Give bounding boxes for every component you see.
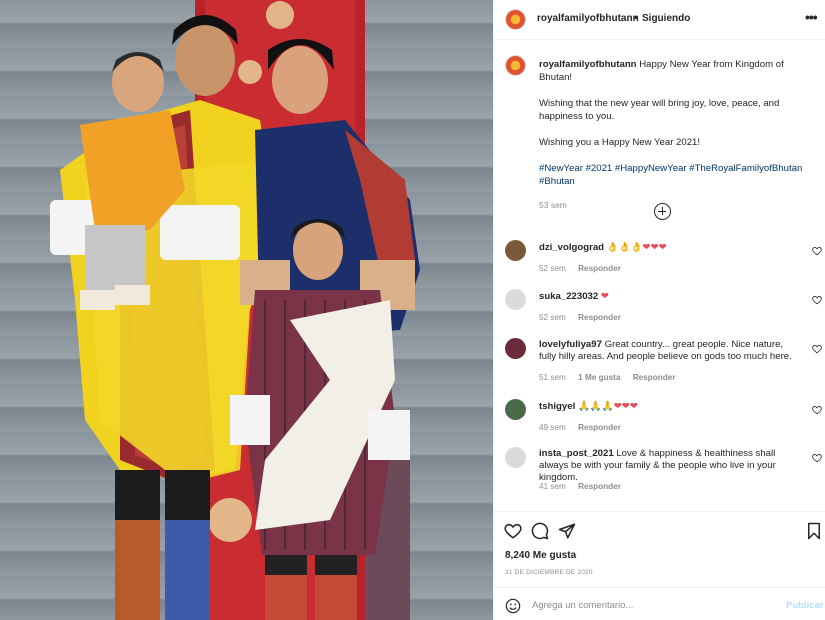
plus-circle-icon[interactable] — [654, 203, 671, 220]
caption-author-avatar[interactable] — [505, 55, 526, 76]
comment-body: insta_post_2021 Love & happiness & healt… — [539, 448, 794, 484]
commenter-username[interactable]: suka_223032 — [539, 291, 598, 302]
reply-button[interactable]: Responder — [578, 313, 621, 322]
comment-time[interactable]: 49 sem — [539, 423, 566, 432]
heart-icon[interactable] — [812, 295, 822, 305]
paper-plane-icon[interactable] — [558, 522, 576, 540]
bookmark-icon[interactable] — [805, 522, 823, 540]
publish-button[interactable]: Publicar — [786, 600, 824, 611]
add-comment-bar: Publicar — [494, 587, 825, 620]
author-avatar[interactable] — [505, 9, 526, 30]
commenter-avatar[interactable] — [505, 338, 526, 359]
post-photo[interactable] — [0, 0, 493, 620]
comment-emoji: ❤ — [600, 291, 609, 302]
heart-icon[interactable] — [812, 246, 822, 256]
comment-body: suka_223032 ❤ — [539, 291, 794, 303]
reply-button[interactable]: Responder — [578, 423, 621, 432]
comment-body: dzi_volgograd 👌👌👌❤❤❤ — [539, 242, 794, 254]
caption-line-3: Wishing you a Happy New Year 2021! — [539, 137, 701, 148]
comment-meta: 41 sem Responder — [539, 482, 631, 491]
comment-time[interactable]: 51 sem — [539, 373, 566, 382]
likes-count[interactable]: 8,240 Me gusta — [505, 550, 576, 561]
commenter-username[interactable]: dzi_volgograd — [539, 242, 604, 253]
comment-time[interactable]: 52 sem — [539, 264, 566, 273]
comment-meta: 49 sem Responder — [539, 423, 631, 432]
smiley-icon[interactable] — [505, 598, 521, 614]
reply-button[interactable]: Responder — [578, 264, 621, 273]
author-username[interactable]: royalfamilyofbhutann — [537, 13, 639, 24]
family-photo-illustration — [50, 0, 420, 620]
commenter-avatar[interactable] — [505, 289, 526, 310]
commenter-avatar[interactable] — [505, 240, 526, 261]
commenter-username[interactable]: insta_post_2021 — [539, 448, 614, 459]
comment-likes[interactable]: 1 Me gusta — [578, 373, 620, 382]
commenter-username[interactable]: tshigyel — [539, 401, 575, 412]
post-date[interactable]: 31 DE DICIEMBRE DE 2020 — [505, 569, 593, 576]
more-horizontal-icon[interactable]: ••• — [805, 9, 818, 25]
reply-button[interactable]: Responder — [578, 482, 621, 491]
comment-meta: 52 sem Responder — [539, 264, 631, 273]
comment-time[interactable]: 52 sem — [539, 313, 566, 322]
comment-body: tshigyel 🙏🙏🙏❤❤❤ — [539, 401, 794, 413]
commenter-username[interactable]: lovelyfuliya97 — [539, 339, 602, 350]
caption-line-2: Wishing that the new year will bring joy… — [539, 98, 780, 122]
comment-emoji: 👌👌👌❤❤❤ — [606, 242, 667, 253]
reply-button[interactable]: Responder — [633, 373, 676, 382]
following-button[interactable]: Siguiendo — [642, 13, 690, 24]
separator-dot: • — [634, 13, 638, 24]
post-caption: royalfamilyofbhutann Happy New Year from… — [539, 58, 819, 212]
heart-icon[interactable] — [812, 453, 822, 463]
comments-scroll-area[interactable]: royalfamilyofbhutann Happy New Year from… — [494, 41, 825, 511]
post-side-panel: royalfamilyofbhutann • Siguiendo ••• roy… — [493, 0, 825, 620]
caption-hashtags[interactable]: #NewYear #2021 #HappyNewYear #TheRoyalFa… — [539, 162, 819, 188]
heart-icon[interactable] — [812, 405, 822, 415]
commenter-avatar[interactable] — [505, 399, 526, 420]
caption-username[interactable]: royalfamilyofbhutann — [539, 59, 637, 70]
comment-time[interactable]: 41 sem — [539, 482, 566, 491]
post-actions: 8,240 Me gusta 31 DE DICIEMBRE DE 2020 P… — [494, 511, 825, 620]
comment-meta: 51 sem 1 Me gusta Responder — [539, 373, 686, 382]
caption-time[interactable]: 53 sem — [539, 199, 819, 212]
add-comment-input[interactable] — [532, 598, 762, 613]
comment-body: lovelyfuliya97 Great country... great pe… — [539, 339, 794, 363]
comment-icon[interactable] — [531, 522, 549, 540]
post-header: royalfamilyofbhutann • Siguiendo ••• — [494, 0, 825, 40]
heart-icon[interactable] — [812, 344, 822, 354]
comment-emoji: 🙏🙏🙏❤❤❤ — [577, 401, 638, 412]
comment-meta: 52 sem Responder — [539, 313, 631, 322]
heart-icon[interactable] — [504, 522, 522, 540]
commenter-avatar[interactable] — [505, 447, 526, 468]
